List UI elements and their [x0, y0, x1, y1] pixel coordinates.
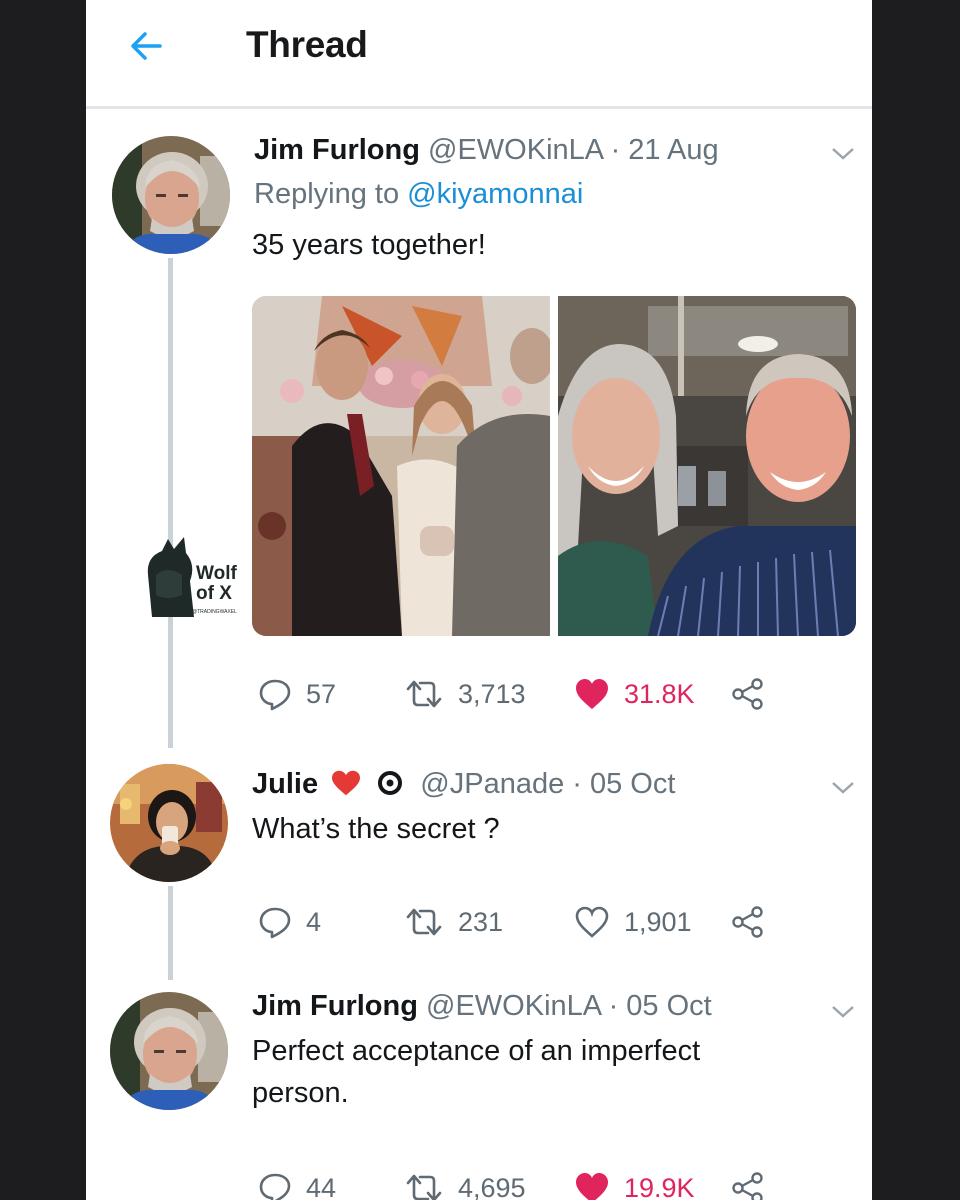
tweet-media	[252, 296, 856, 636]
heart-emoji-icon	[332, 770, 361, 796]
reply-button[interactable]: 4	[258, 902, 321, 942]
avatar-jim-furlong[interactable]	[110, 992, 228, 1110]
tweet-header: Jim Furlong @EWOKinLA · 21 Aug	[254, 134, 719, 167]
tweet-header: Jim Furlong @EWOKinLA · 05 Oct	[252, 990, 712, 1023]
wolf-of-x-watermark: Wolf of X @TRADINGWAXEL	[138, 535, 238, 621]
like-count: 1,901	[624, 906, 692, 937]
heart-icon	[576, 679, 608, 709]
like-count: 19.9K	[624, 1172, 695, 1200]
retweet-count: 3,713	[458, 678, 526, 709]
retweet-icon	[406, 1174, 442, 1200]
selfie-photo[interactable]	[558, 296, 856, 636]
retweet-icon	[406, 680, 442, 708]
heart-icon	[575, 906, 609, 938]
reply-icon	[259, 907, 291, 939]
share-icon	[732, 906, 763, 938]
chevron-down-icon[interactable]	[830, 1004, 856, 1020]
reply-button[interactable]: 57	[258, 674, 336, 714]
like-count: 31.8K	[624, 678, 695, 709]
tweet-date: · 05 Oct	[572, 768, 676, 800]
author-name[interactable]: Julie	[252, 768, 318, 800]
reply-icon	[259, 1173, 291, 1200]
reply-count: 4	[306, 906, 322, 937]
replying-to: Replying to @kiyamonnai	[254, 178, 583, 211]
thread-connector	[168, 258, 173, 748]
share-icon	[732, 1172, 763, 1200]
reply-count: 44	[306, 1172, 337, 1200]
share-button[interactable]	[730, 902, 780, 942]
tweet-text: Perfect acceptance of an imperfect perso…	[252, 1035, 701, 1109]
chevron-down-icon[interactable]	[830, 146, 856, 162]
like-button[interactable]: 19.9K	[574, 1168, 695, 1200]
thread-connector	[168, 886, 173, 980]
author-name[interactable]: Jim Furlong	[254, 134, 420, 166]
retweet-button[interactable]: 231	[404, 902, 503, 942]
tweet-header: Julie @JPanade · 05 Oct	[252, 768, 675, 801]
tweet-reply-jim[interactable]: Jim Furlong @EWOKinLA · 05 Oct Perfect a…	[86, 980, 872, 1200]
watermark-tag: @TRADINGWAXEL	[192, 609, 237, 615]
tweet-reply-julie[interactable]: Julie @JPanade · 05 Oct What’s the secre…	[86, 750, 872, 980]
badge-icon	[378, 771, 403, 795]
tweet-actions: 4 231 1,901	[252, 902, 852, 942]
replying-to-label: Replying to	[254, 178, 400, 210]
watermark-line1: Wolf	[196, 563, 237, 584]
avatar-julie[interactable]	[110, 764, 228, 882]
reply-button[interactable]: 44	[258, 1168, 336, 1200]
tweet-actions: 57 3,713 31.8K	[252, 674, 852, 714]
retweet-count: 4,695	[458, 1172, 526, 1200]
reply-icon	[259, 679, 291, 711]
tweet-date: · 05 Oct	[608, 990, 712, 1022]
heart-icon	[576, 1173, 608, 1200]
wedding-photo[interactable]	[252, 296, 550, 636]
share-button[interactable]	[730, 1168, 780, 1200]
author-handle[interactable]: @EWOKinLA	[428, 134, 603, 166]
avatar-jim-furlong[interactable]	[112, 136, 230, 254]
tweet-text: 35 years together!	[252, 229, 486, 261]
retweet-button[interactable]: 4,695	[404, 1168, 526, 1200]
author-handle[interactable]: @EWOKinLA	[426, 990, 601, 1022]
tweet-actions: 44 4,695 19.9K	[252, 1168, 852, 1200]
share-button[interactable]	[730, 674, 780, 714]
tweet-date: · 21 Aug	[610, 134, 719, 166]
share-icon	[732, 678, 763, 710]
watermark-line2: of X	[196, 583, 232, 604]
like-button[interactable]: 1,901	[574, 902, 692, 942]
retweet-button[interactable]: 3,713	[404, 674, 526, 714]
tweet-text: What’s the secret ?	[252, 813, 500, 845]
author-handle[interactable]: @JPanade	[420, 768, 564, 800]
like-button[interactable]: 31.8K	[574, 674, 695, 714]
retweet-count: 231	[458, 906, 504, 937]
retweet-icon	[406, 908, 442, 936]
author-name[interactable]: Jim Furlong	[252, 990, 418, 1022]
reply-count: 57	[306, 678, 337, 709]
thread-screen: Thread Jim Furlong @EWOKinLA · 21 Aug Re…	[86, 0, 872, 1200]
chevron-down-icon[interactable]	[830, 780, 856, 796]
tweet-original[interactable]: Jim Furlong @EWOKinLA · 21 Aug Replying …	[86, 0, 872, 750]
replying-to-handle[interactable]: @kiyamonnai	[407, 178, 583, 210]
